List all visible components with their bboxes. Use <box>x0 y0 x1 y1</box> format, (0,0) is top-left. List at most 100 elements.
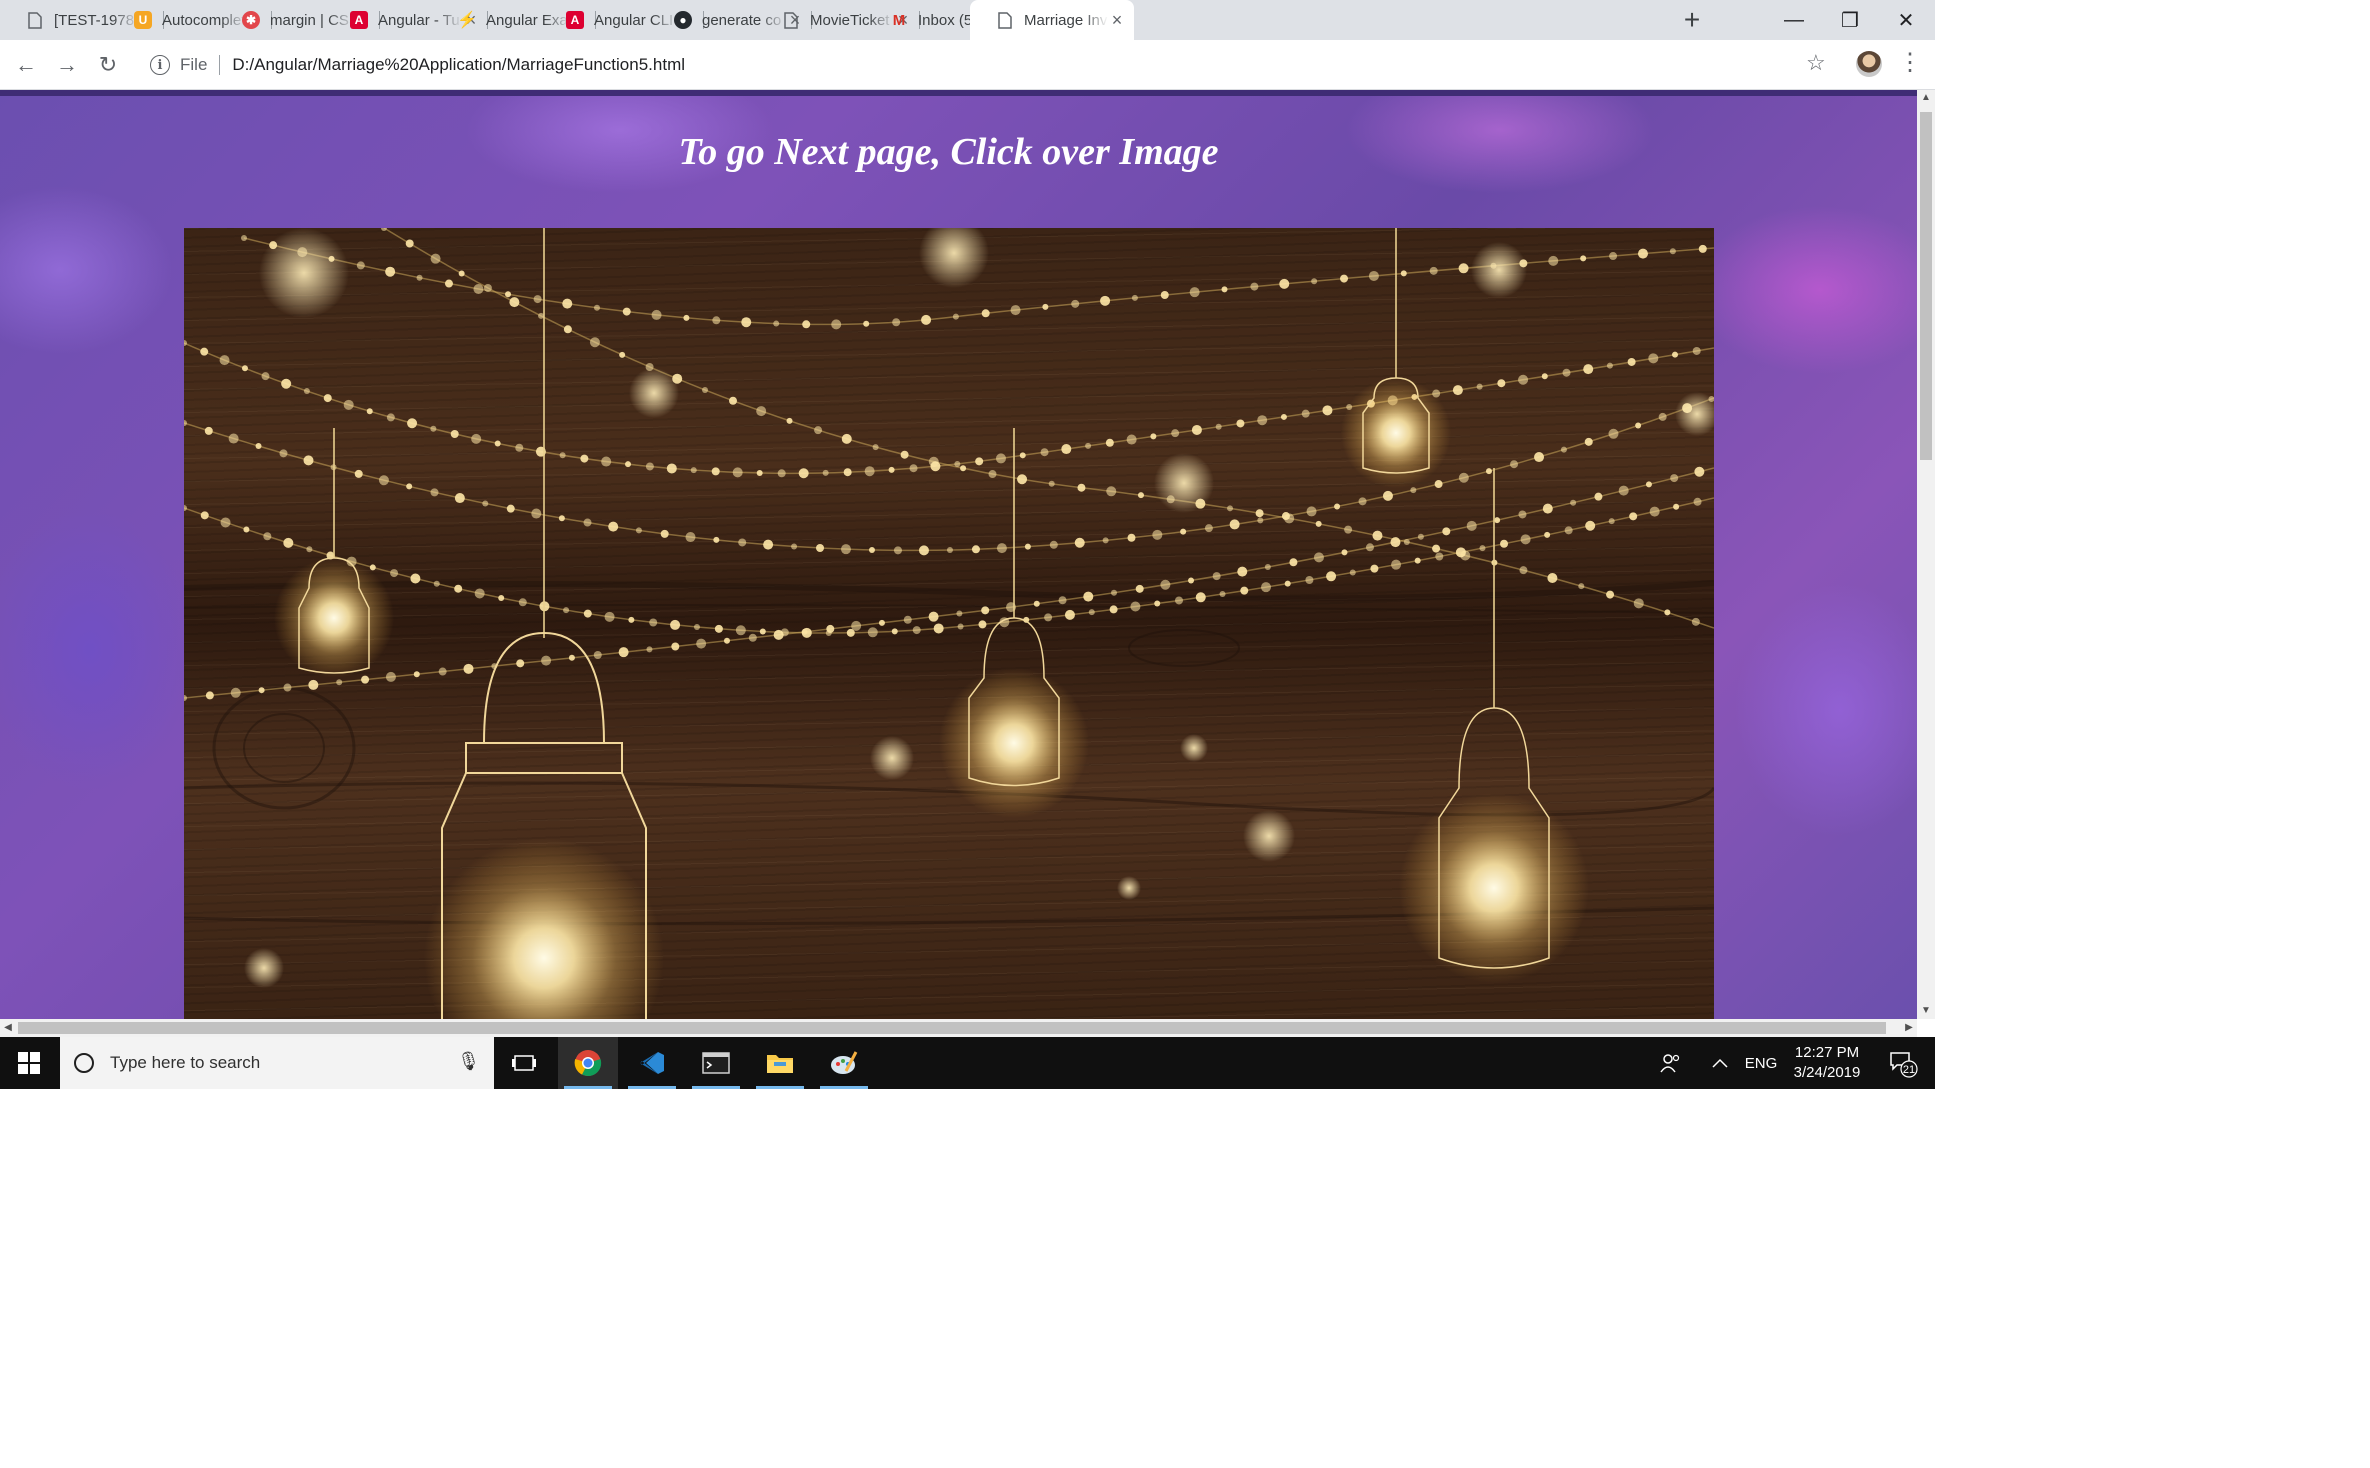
string-light-bulb <box>1518 510 1527 519</box>
close-tab-icon[interactable]: × <box>1108 10 1126 31</box>
start-button[interactable] <box>0 1037 58 1089</box>
string-light-bulb <box>996 543 1007 554</box>
string-light-bulb <box>1672 351 1679 358</box>
string-light-bulb <box>791 543 798 550</box>
string-light-bulb <box>1279 278 1290 289</box>
string-light-bulb <box>1160 579 1171 590</box>
string-light-bulb <box>1542 503 1553 514</box>
string-light-bulb <box>518 598 527 607</box>
avatar[interactable] <box>1856 51 1882 77</box>
string-light-bulb <box>1284 513 1295 524</box>
string-light-bulb <box>1606 590 1615 599</box>
file-explorer-icon[interactable] <box>750 1037 810 1089</box>
string-light-bulb <box>619 351 626 358</box>
string-light-bulb <box>1175 596 1184 605</box>
string-light-bulb <box>1313 552 1324 563</box>
string-light-bulb <box>601 456 612 467</box>
string-light-bulb <box>506 504 515 513</box>
string-light-bulb <box>693 624 700 631</box>
string-light-bulb <box>1698 244 1707 253</box>
string-light-bulb <box>995 453 1006 464</box>
horizontal-scroll-thumb[interactable] <box>18 1022 1886 1034</box>
string-light-bulb <box>583 518 592 527</box>
shield-icon: U <box>134 11 152 29</box>
people-icon[interactable] <box>1650 1037 1690 1089</box>
chrome-icon[interactable] <box>558 1037 618 1089</box>
string-light-bulb <box>184 505 187 511</box>
string-light-bulb <box>258 687 265 694</box>
string-light-bulb <box>1219 591 1226 598</box>
string-light-bulb <box>381 228 387 231</box>
vertical-scrollbar[interactable]: ▲ ▼ <box>1917 90 1935 1019</box>
invitation-image-link[interactable] <box>184 228 1714 1019</box>
string-light-bulb <box>200 347 209 356</box>
string-light-bulb <box>1410 487 1417 494</box>
task-view-icon[interactable] <box>494 1037 554 1089</box>
string-light-bulb <box>1637 248 1648 259</box>
string-light-bulb <box>1692 346 1701 355</box>
string-light-bulb <box>1019 452 1026 459</box>
language-indicator[interactable]: ENG <box>1740 1037 1782 1089</box>
string-light-bulb <box>410 573 421 584</box>
string-light-bulb <box>1609 252 1618 261</box>
vertical-scroll-thumb[interactable] <box>1920 112 1932 460</box>
vscode-icon[interactable] <box>622 1037 682 1089</box>
string-light-bulb <box>957 623 964 630</box>
minimize-button[interactable]: — <box>1766 0 1822 40</box>
back-button[interactable]: ← <box>11 50 41 80</box>
string-light-bulb <box>558 515 565 522</box>
string-light-bulb <box>1664 609 1671 616</box>
chevron-up-icon[interactable] <box>1700 1037 1740 1089</box>
action-center-icon[interactable]: 21 <box>1880 1037 1926 1089</box>
forward-button[interactable]: → <box>52 50 82 80</box>
scroll-right-arrow[interactable]: ▶ <box>1901 1019 1917 1037</box>
string-light-bulb <box>863 320 870 327</box>
scroll-up-arrow[interactable]: ▲ <box>1917 90 1935 106</box>
bookmark-star-icon[interactable]: ☆ <box>1806 50 1826 76</box>
string-light-bulb <box>1476 383 1483 390</box>
string-light-bulb <box>1458 263 1469 274</box>
scroll-left-arrow[interactable]: ◀ <box>0 1019 16 1037</box>
address-bar[interactable]: i File D:/Angular/Marriage%20Application… <box>136 49 1816 81</box>
string-light-bulb <box>1500 539 1509 548</box>
paint-icon[interactable] <box>814 1037 874 1089</box>
kebab-menu-icon[interactable]: ⋮ <box>1898 48 1922 77</box>
horizontal-scrollbar[interactable]: ◀ ▶ <box>0 1019 1917 1037</box>
taskbar-search-box[interactable]: Type here to search 🎙 <box>60 1037 494 1089</box>
string-light-bulb <box>533 295 542 304</box>
string-light-bulb <box>660 529 669 538</box>
string-light-bulb <box>735 625 746 636</box>
string-light-bulb <box>1255 509 1264 518</box>
string-light-bulb <box>1229 519 1240 530</box>
scroll-down-arrow[interactable]: ▼ <box>1917 1003 1935 1019</box>
string-light-bulb <box>1257 415 1268 426</box>
terminal-icon[interactable] <box>686 1037 746 1089</box>
taskbar-search-placeholder: Type here to search <box>110 1053 261 1072</box>
string-light-bulb <box>306 546 313 553</box>
string-light-bulb <box>430 253 441 264</box>
restore-button[interactable]: ❐ <box>1822 0 1878 40</box>
address-url[interactable]: D:/Angular/Marriage%20Application/Marria… <box>232 55 685 75</box>
microphone-icon[interactable]: 🎙 <box>457 1051 480 1072</box>
string-light-bulb <box>1064 609 1075 620</box>
lanterns-illustration <box>184 228 1714 1019</box>
string-light-bulb <box>1289 558 1298 567</box>
string-light-bulb <box>243 526 250 533</box>
close-window-button[interactable]: ✕ <box>1878 0 1934 40</box>
new-tab-button[interactable]: + <box>1672 0 1712 40</box>
info-icon[interactable]: i <box>150 55 170 75</box>
tab-marriage-invitation[interactable]: Marriage Inv × <box>970 0 1134 40</box>
string-light-bulb <box>1227 505 1234 512</box>
string-light-bulb <box>1171 429 1180 438</box>
reload-button[interactable]: ↻ <box>93 50 123 80</box>
string-light-bulb <box>1583 364 1594 375</box>
string-light-bulb <box>988 470 997 479</box>
string-light-bulb <box>604 611 615 622</box>
string-light-bulb <box>1497 379 1506 388</box>
string-light-bulb <box>864 466 875 477</box>
string-light-bulb <box>840 544 851 555</box>
string-light-bulb <box>646 646 653 653</box>
string-light-bulb <box>625 461 632 468</box>
string-light-bulb <box>732 467 743 478</box>
taskbar-clock[interactable]: 12:27 PM 3/24/2019 <box>1782 1043 1872 1083</box>
